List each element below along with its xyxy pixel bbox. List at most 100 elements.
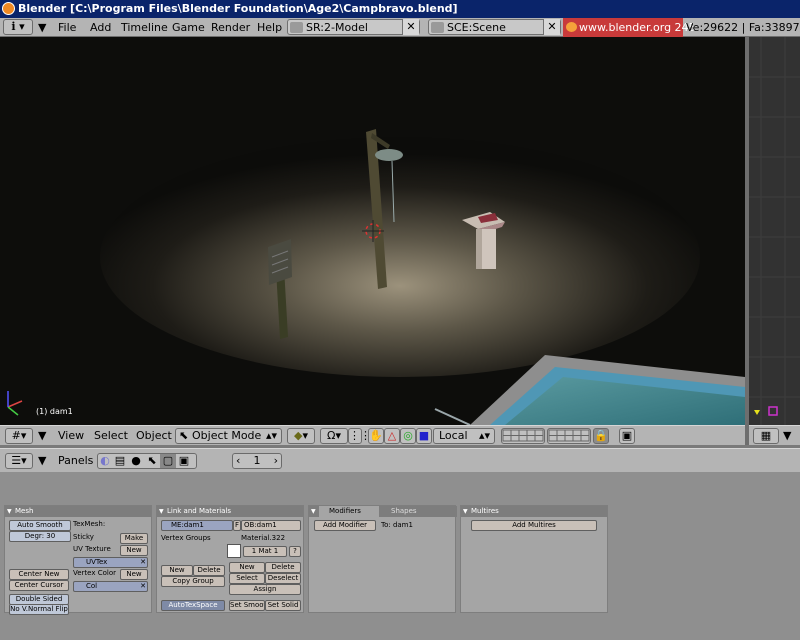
translate-button[interactable]: △	[384, 428, 400, 444]
fake-user-button[interactable]: F	[233, 520, 241, 531]
active-object-label: (1) dam1	[36, 407, 73, 416]
menu-view[interactable]: View	[58, 426, 84, 446]
copy-group-button[interactable]: Copy Group	[161, 576, 225, 587]
object-mode-icon: ⬉	[179, 429, 189, 442]
info-icon: i	[11, 20, 16, 33]
menu-add[interactable]: Add	[90, 18, 111, 37]
vgroup-delete-button[interactable]: Delete	[193, 565, 225, 576]
3d-viewport[interactable]: (1) dam1	[0, 37, 745, 425]
set-solid-button[interactable]: Set Solid	[265, 600, 301, 611]
context-tabs[interactable]: ◐ ▤ ● ⬉ ▢ ▣	[97, 453, 197, 469]
add-multires-button[interactable]: Add Multires	[471, 520, 597, 531]
window-type-buttons-button[interactable]: ☰▾	[5, 453, 33, 469]
material-color-swatch[interactable]	[227, 544, 241, 558]
lock-layers-button[interactable]: 🔒	[593, 428, 609, 444]
no-vnormal-flip-button[interactable]: No V.Normal Flip	[9, 604, 69, 615]
menu-help[interactable]: Help	[257, 18, 282, 37]
object-datablock-field[interactable]: OB:dam1	[241, 520, 301, 531]
set-smooth-button[interactable]: Set Smoot	[229, 600, 265, 611]
layer-buttons-1[interactable]	[501, 428, 545, 444]
layers-grid-icon	[548, 429, 590, 442]
window-type-outliner-button[interactable]: ▦	[753, 428, 779, 444]
light-icon	[754, 410, 760, 415]
material-assign-button[interactable]: Assign	[229, 584, 301, 595]
logic-icon: ◐	[100, 454, 110, 467]
panels-menu[interactable]: Panels	[58, 449, 93, 473]
vgroup-new-button[interactable]: New	[161, 565, 193, 576]
link-materials-title[interactable]: Link and Materials	[157, 506, 303, 517]
area-divider[interactable]	[745, 37, 749, 445]
center-new-button[interactable]: Center New	[9, 569, 69, 580]
menu-file[interactable]: File	[58, 18, 76, 37]
degr-field[interactable]: Degr: 30	[9, 531, 71, 542]
chevron-down-icon: ▴▾	[265, 429, 277, 442]
multires-panel: Multires Add Multires	[460, 505, 608, 613]
tab-modifiers[interactable]: Modifiers	[319, 506, 379, 517]
material-index-field[interactable]: 1 Mat 1	[243, 546, 287, 557]
close-icon[interactable]: ✕	[140, 582, 146, 591]
sticky-label: Sticky	[73, 533, 94, 541]
screen-delete-icon[interactable]: ✕	[402, 19, 419, 35]
center-cursor-button[interactable]: Center Cursor	[9, 580, 69, 591]
material-select-button[interactable]: Select	[229, 573, 265, 584]
orientation-selector[interactable]: Local ▴▾	[433, 428, 495, 444]
triangle-icon: △	[387, 429, 397, 442]
vertex-color-new-button[interactable]: New	[120, 569, 148, 580]
chevron-down-icon: ▴▾	[478, 429, 490, 442]
website-link[interactable]: www.blender.org 245	[563, 18, 696, 37]
header-collapse-icon[interactable]: ▼	[38, 426, 46, 446]
mesh-panel-title[interactable]: Mesh	[5, 506, 151, 517]
close-icon[interactable]: ✕	[140, 558, 146, 567]
mesh-panel: Mesh Auto Smooth Degr: 30 TexMesh: Stick…	[4, 505, 152, 615]
menu-game[interactable]: Game	[172, 18, 205, 37]
scene-stats: Ve:29622 | Fa:33897 |	[686, 21, 800, 34]
header-collapse-icon[interactable]: ▼	[38, 449, 46, 473]
layer-buttons-2[interactable]	[547, 428, 591, 444]
menu-timeline[interactable]: Timeline	[121, 18, 168, 37]
scene-delete-icon[interactable]: ✕	[543, 19, 560, 35]
mesh-datablock-field[interactable]: ME:dam1	[161, 520, 233, 531]
mode-selector[interactable]: ⬉ Object Mode ▴▾	[175, 428, 282, 444]
pivot-icon: Ω	[327, 429, 336, 442]
autotexspace-button[interactable]: AutoTexSpace	[161, 600, 225, 611]
auto-smooth-button[interactable]: Auto Smooth	[9, 520, 71, 531]
scene-selector[interactable]: SCE:Scene ✕	[428, 19, 561, 35]
blender-logo-icon	[2, 2, 15, 15]
manipulator-hand-button[interactable]: ✋	[368, 428, 384, 444]
window-type-3dview-button[interactable]: #▾	[5, 428, 33, 444]
material-deselect-button[interactable]: Deselect	[265, 573, 301, 584]
material-new-button[interactable]: New	[229, 562, 265, 573]
header-collapse-icon[interactable]: ▼	[783, 426, 791, 446]
render-preview-button[interactable]: ▣	[619, 428, 635, 444]
side-view-grid	[749, 37, 800, 425]
draw-type-button[interactable]: ◆▾	[287, 428, 315, 444]
lock-icon: 🔒	[594, 429, 608, 442]
multires-title[interactable]: Multires	[461, 506, 607, 517]
window-type-info-button[interactable]: i ▾	[3, 19, 33, 35]
menu-select[interactable]: Select	[94, 426, 128, 446]
material-delete-button[interactable]: Delete	[265, 562, 301, 573]
uv-texture-new-button[interactable]: New	[120, 545, 148, 556]
material-menu-button[interactable]: ?	[289, 546, 301, 557]
mode-label: Object Mode	[192, 429, 262, 442]
uvtex-layer[interactable]: UVTex ✕	[73, 557, 148, 568]
col-layer[interactable]: Col ✕	[73, 581, 148, 592]
viewport-scene	[0, 37, 745, 425]
texmesh-label: TexMesh:	[73, 520, 106, 528]
lit-ground	[100, 137, 700, 377]
scale-button[interactable]: ■	[416, 428, 432, 444]
menu-object[interactable]: Object	[136, 426, 172, 446]
frame-number-field[interactable]: ‹ 1 ›	[232, 453, 282, 469]
pivot-button[interactable]: Ω▾	[320, 428, 348, 444]
header-collapse-icon[interactable]: ▼	[38, 18, 46, 37]
sticky-make-button[interactable]: Make	[120, 533, 148, 544]
side-view-panel[interactable]	[749, 37, 800, 425]
tab-shapes[interactable]: Shapes	[383, 506, 417, 517]
collapse-icon[interactable]: ▼	[311, 506, 316, 517]
screen-selector[interactable]: SR:2-Model ✕	[287, 19, 420, 35]
add-modifier-button[interactable]: Add Modifier	[314, 520, 376, 531]
rotate-button[interactable]: ◎	[400, 428, 416, 444]
widget-toggle-button[interactable]: ⋮⋮	[348, 428, 371, 444]
screen-icon	[290, 22, 303, 33]
menu-render[interactable]: Render	[211, 18, 250, 37]
